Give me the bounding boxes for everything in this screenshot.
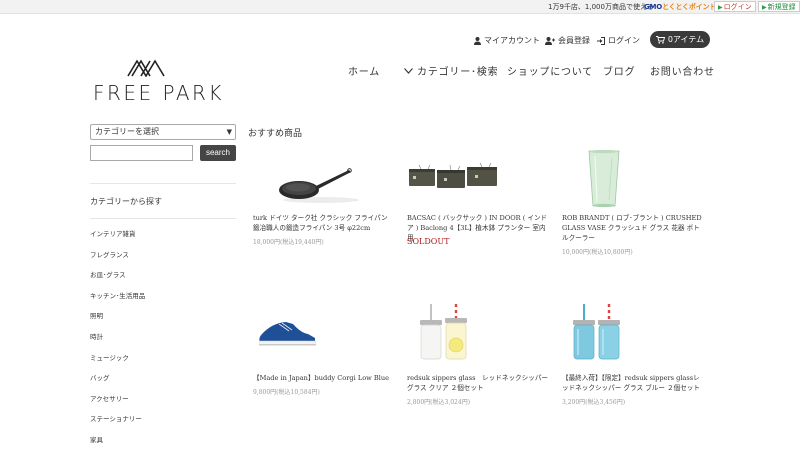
gmo-login-button[interactable]: ▶ログイン	[714, 1, 756, 12]
user-icon	[474, 36, 481, 45]
product-price: 18,000円(税込19,440円)	[253, 239, 324, 246]
nav-category-search[interactable]: カテゴリー･検索	[404, 63, 498, 78]
category-heading: カテゴリーから探す	[90, 197, 162, 206]
search-input[interactable]	[90, 145, 193, 161]
gmo-bar-text: 1万9千店、1,000万商品で使える	[548, 3, 654, 11]
cart-icon	[655, 35, 665, 44]
product-name[interactable]: 【最終入荷】【限定】redsuk sippers glassレッドネックシッパー…	[562, 373, 704, 393]
gmo-logo[interactable]: GMOとくとくポイント	[644, 2, 716, 12]
category-item[interactable]: 照明	[90, 312, 145, 333]
category-item[interactable]: お皿･グラス	[90, 271, 145, 292]
login-link[interactable]: ログイン	[597, 35, 640, 46]
product-image-frying-pan[interactable]	[253, 150, 395, 206]
nav-about-shop[interactable]: ショップについて	[507, 63, 593, 78]
product-card[interactable]: 【Made in Japan】buddy Corgi Low Blue 9,80…	[253, 303, 395, 398]
caret-down-icon: ▼	[226, 128, 232, 136]
product-image-sneaker[interactable]	[253, 303, 395, 361]
arrow-right-icon: ▶	[718, 4, 723, 11]
category-item[interactable]: インテリア雑貨	[90, 230, 145, 251]
divider	[90, 183, 236, 184]
product-card[interactable]: BACSAC ( バックサック ) IN DOOR ( インドア ) Baclo…	[407, 150, 549, 250]
product-image-sippers-clear[interactable]	[407, 303, 549, 367]
category-item[interactable]: ミュージック	[90, 354, 145, 375]
product-name[interactable]: redsuk sippers glass レッドネックシッパーグラス クリア ２…	[407, 373, 549, 393]
gmo-point-bar: 1万9千店、1,000万商品で使える GMOとくとくポイント ▶ログイン ▶新規…	[0, 0, 800, 14]
category-item[interactable]: フレグランス	[90, 251, 145, 272]
chevron-down-icon	[404, 67, 413, 74]
category-list: インテリア雑貨 フレグランス お皿･グラス キッチン･生活用品 照明 時計 ミュ…	[90, 230, 145, 450]
product-card[interactable]: turk ドイツ ターク社 クラシック フライパン 鍛冶職人の鍛造フライパン 3…	[253, 150, 395, 250]
category-item[interactable]: バッグ	[90, 374, 145, 395]
site-logo[interactable]: FREE PARK	[93, 81, 224, 105]
product-price: 9,800円(税込10,584円)	[253, 389, 320, 396]
divider	[90, 218, 236, 219]
nav-home[interactable]: ホーム	[348, 63, 380, 78]
product-image-glass-vase[interactable]	[562, 150, 704, 208]
mountain-logo-icon[interactable]	[127, 57, 165, 77]
category-item[interactable]: ステーショナリー	[90, 415, 145, 436]
product-card[interactable]: 【最終入荷】【限定】redsuk sippers glassレッドネックシッパー…	[562, 303, 704, 408]
login-icon	[597, 36, 605, 45]
product-price: 10,000円(税込10,800円)	[562, 249, 633, 256]
category-item[interactable]: アクセサリー	[90, 395, 145, 416]
product-price: 3,200円(税込3,456円)	[562, 399, 626, 406]
product-card[interactable]: ROB BRANDT ( ロブ･ブラント ) CRUSHED GLASS VAS…	[562, 150, 704, 260]
category-item[interactable]: 家具	[90, 436, 145, 450]
category-item[interactable]: キッチン･生活用品	[90, 292, 145, 313]
cart-button[interactable]: 0アイテム	[650, 31, 710, 48]
category-select[interactable]: カテゴリーを選択 ▼	[90, 124, 236, 140]
product-price: 2,800円(税込3,024円)	[407, 399, 471, 406]
user-plus-icon	[545, 36, 555, 45]
my-account-link[interactable]: マイアカウント	[474, 35, 540, 46]
product-name[interactable]: 【Made in Japan】buddy Corgi Low Blue	[253, 373, 395, 383]
product-image-bacsac[interactable]	[407, 150, 549, 206]
section-title: おすすめ商品	[248, 129, 303, 139]
register-link[interactable]: 会員登録	[545, 35, 590, 46]
product-name[interactable]: ROB BRANDT ( ロブ･ブラント ) CRUSHED GLASS VAS…	[562, 213, 704, 243]
product-card[interactable]: redsuk sippers glass レッドネックシッパーグラス クリア ２…	[407, 303, 549, 408]
gmo-register-button[interactable]: ▶新規登録	[758, 1, 800, 12]
soldout-badge: SOLDOUT	[407, 237, 450, 246]
category-item[interactable]: 時計	[90, 333, 145, 354]
search-button[interactable]: search	[200, 145, 236, 161]
product-image-sippers-blue[interactable]	[562, 303, 704, 367]
product-name[interactable]: turk ドイツ ターク社 クラシック フライパン 鍛冶職人の鍛造フライパン 3…	[253, 213, 395, 233]
arrow-right-icon: ▶	[762, 4, 767, 11]
nav-contact[interactable]: お問い合わせ	[650, 63, 715, 78]
nav-blog[interactable]: ブログ	[603, 63, 635, 78]
